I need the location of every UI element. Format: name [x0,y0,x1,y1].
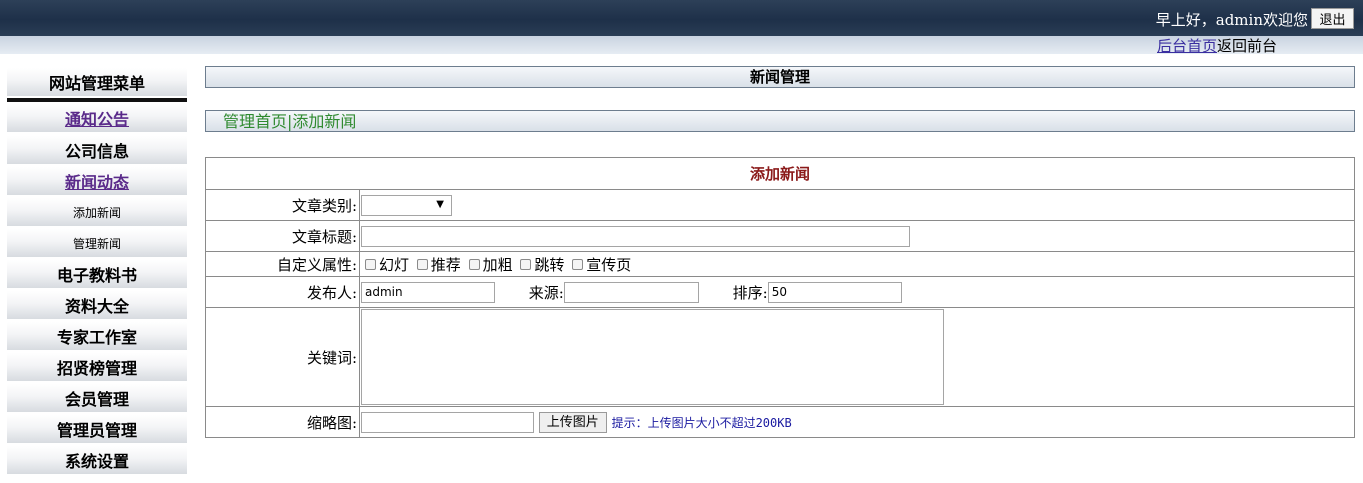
sidebar-item-ebooks[interactable]: 电子教料书 [7,260,187,288]
page-title: 新闻管理 [749,68,810,86]
greeting-text: 早上好，admin欢迎您 [1155,11,1308,29]
keywords-label: 关键词: [205,307,360,407]
category-label: 文章类别: [205,189,360,221]
order-label: 排序: [732,283,768,302]
attrs-label: 自定义属性: [205,251,360,277]
attrs-group: 幻灯 推荐 加粗 跳转 宣传页 [359,251,1355,277]
recommend-checkbox-label: 推荐 [430,255,461,274]
promo-checkbox[interactable] [572,258,584,270]
upload-image-button[interactable]: 上传图片 [538,411,607,433]
order-input[interactable] [767,281,902,303]
source-input[interactable] [563,281,699,303]
title-input[interactable] [361,225,910,247]
slide-checkbox[interactable] [365,258,376,270]
title-label: 文章标题: [205,220,360,252]
sidebar-item-admins[interactable]: 管理员管理 [7,415,187,443]
logout-button[interactable]: 退出 [1311,8,1354,29]
thumbnail-label: 缩略图: [205,406,360,438]
breadcrumb-home-link[interactable]: 管理首页 [223,112,287,131]
author-input[interactable] [361,281,495,303]
thumbnail-input[interactable] [361,411,534,433]
sidebar-item-experts[interactable]: 专家工作室 [7,322,187,350]
sidebar-item-notice[interactable]: 通知公告 [7,104,187,132]
upload-hint: 提示：上传图片大小不超过200KB [611,415,792,430]
keywords-textarea[interactable] [361,309,944,405]
sidebar-item-news[interactable]: 新闻动态 [7,167,187,195]
recommend-checkbox[interactable] [416,258,428,270]
category-select[interactable]: ▼ [361,194,452,216]
sidebar-item-add-news[interactable]: 添加新闻 [7,198,187,226]
sidebar-item-settings[interactable]: 系统设置 [7,446,187,474]
form-title: 添加新闻 [205,157,1355,190]
breadcrumb-current[interactable]: 添加新闻 [292,112,356,131]
dropdown-arrow-icon: ▼ [436,198,444,210]
breadcrumb-bar: 管理首页|添加新闻 [205,110,1355,132]
breadcrumb: 管理首页|添加新闻 [206,111,1354,133]
bold-checkbox-label: 加粗 [482,255,513,274]
top-links: 后台首页返回前台 [1157,35,1277,56]
sidebar-item-members[interactable]: 会员管理 [7,384,187,412]
redirect-checkbox-label: 跳转 [534,255,565,274]
return-front-link[interactable]: 返回前台 [1217,37,1277,55]
sidebar-item-resources[interactable]: 资料大全 [7,291,187,319]
bold-checkbox[interactable] [468,258,480,270]
author-label: 发布人: [205,276,360,308]
top-bar: 早上好，admin欢迎您 退出 [0,0,1363,36]
sidebar-item-manage-news[interactable]: 管理新闻 [7,229,187,257]
sidebar-item-recruit[interactable]: 招贤榜管理 [7,353,187,381]
sidebar-divider [7,98,187,102]
slide-checkbox-label: 幻灯 [379,255,410,274]
panel-header: 新闻管理 [205,66,1355,88]
sidebar-title: 网站管理菜单 [7,68,187,96]
admin-home-link[interactable]: 后台首页 [1157,37,1217,55]
add-news-form: 添加新闻 文章类别: ▼ 文章标题: 自定义属性: 幻灯 推荐 加粗 跳转 宣传… [205,157,1355,438]
sidebar-item-company[interactable]: 公司信息 [7,136,187,164]
promo-checkbox-label: 宣传页 [586,255,632,274]
redirect-checkbox[interactable] [520,258,532,270]
source-label: 来源: [528,283,564,302]
